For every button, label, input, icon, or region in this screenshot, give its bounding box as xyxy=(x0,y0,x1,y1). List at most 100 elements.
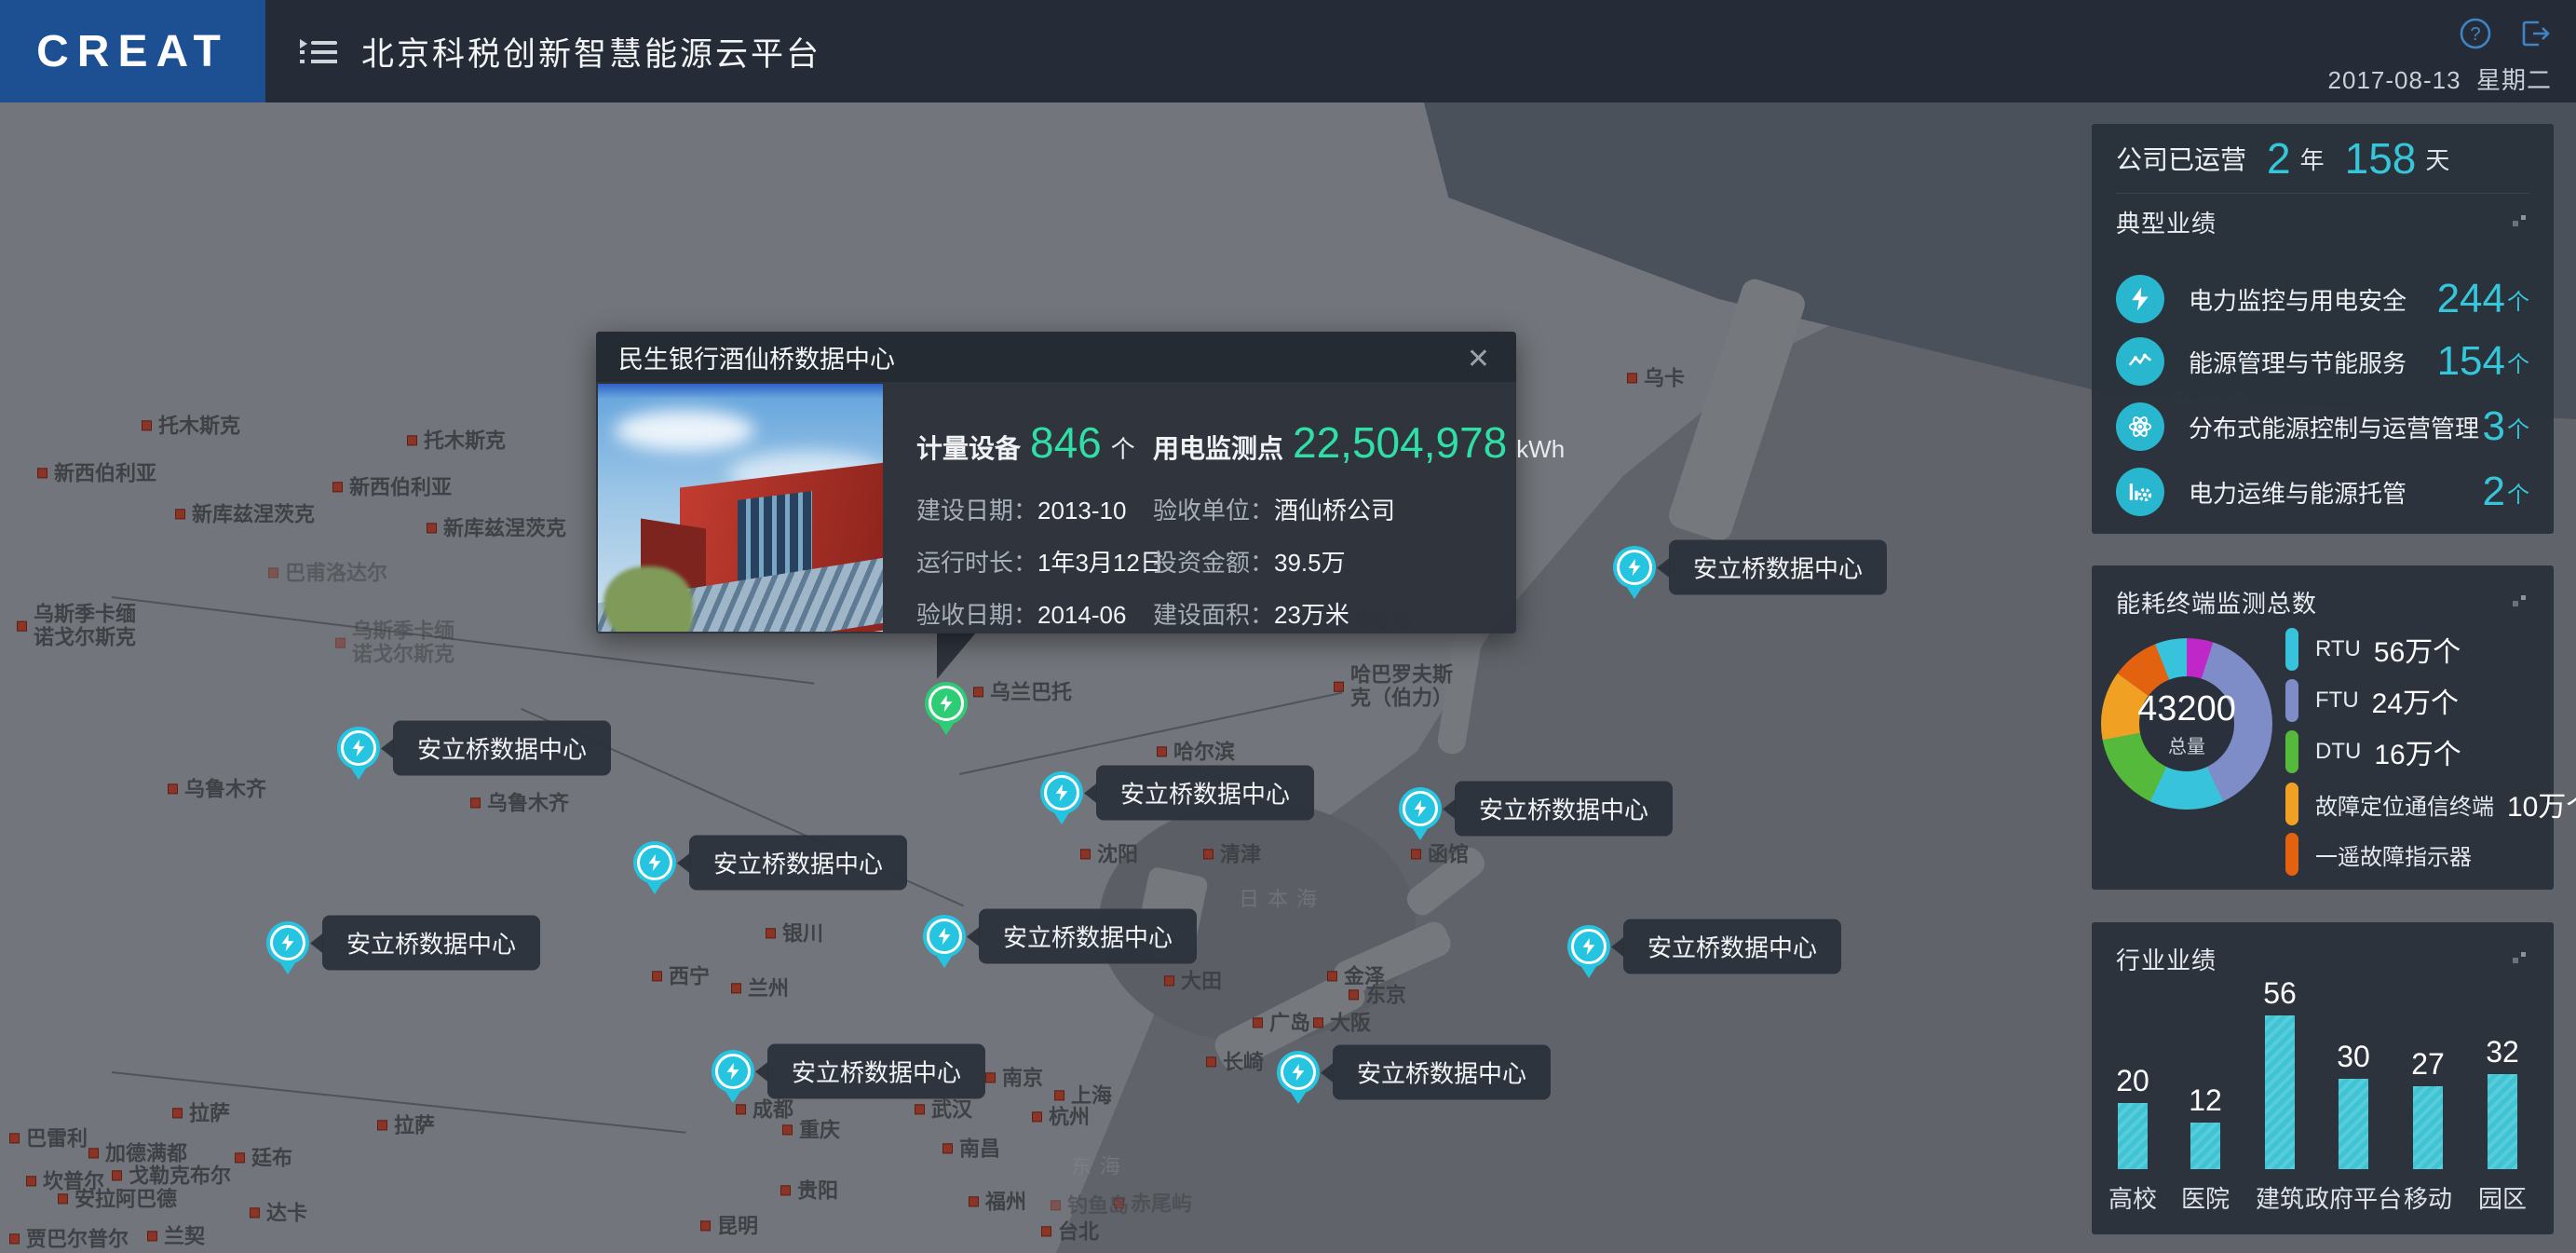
map-marker-label[interactable]: 安立桥数据中心 xyxy=(1096,766,1314,821)
expand-icon[interactable] xyxy=(2511,945,2529,974)
place-bullet-icon xyxy=(58,1193,68,1204)
marker-pin xyxy=(1040,771,1083,814)
place-name: 昆明 xyxy=(717,1214,758,1237)
place-bullet-icon xyxy=(9,1233,20,1244)
typical-item-label: 电力监控与用电安全 xyxy=(2189,282,2437,317)
map-marker[interactable]: 安立桥数据中心 xyxy=(923,915,966,978)
place-name: 乌兰巴托 xyxy=(990,680,1072,703)
map-marker[interactable]: 安立桥数据中心 xyxy=(1567,925,1610,988)
place-name: 长崎 xyxy=(1223,1050,1264,1073)
place-name: 杭州 xyxy=(1049,1105,1090,1128)
atom-icon xyxy=(2116,402,2164,451)
place-name: 拉萨 xyxy=(189,1101,230,1124)
map-marker-label[interactable]: 安立桥数据中心 xyxy=(1333,1045,1551,1100)
legend-label: 一遥故障指示器 xyxy=(2315,838,2472,871)
map-marker-label[interactable]: 安立桥数据中心 xyxy=(322,916,540,971)
close-icon[interactable]: ✕ xyxy=(1459,341,1498,377)
marker-pin xyxy=(1277,1051,1320,1094)
place-bullet-icon xyxy=(652,971,662,981)
dashboard: 托木斯克托木斯克新西伯利亚新西伯利亚新库兹涅茨克新库兹涅茨克巴甫洛达尔乌斯季卡缅… xyxy=(0,0,2576,1253)
marker-pin xyxy=(1399,787,1442,830)
place-name: 哈巴罗夫斯 克（伯力） xyxy=(1350,663,1453,711)
industry-bar-value: 32 xyxy=(2461,1035,2544,1069)
place-name: 乌斯季卡缅 诺戈尔斯克 xyxy=(352,620,454,667)
place-bullet-icon xyxy=(335,638,346,648)
selected-map-marker[interactable] xyxy=(925,682,968,745)
place-name: 兰契 xyxy=(164,1224,205,1247)
map-place-label: 日本海 xyxy=(1239,887,1325,910)
place-bullet-icon xyxy=(766,928,776,938)
map-marker-label[interactable]: 安立桥数据中心 xyxy=(689,836,907,891)
help-icon[interactable]: ? xyxy=(2459,17,2492,55)
place-name: 武汉 xyxy=(931,1097,972,1121)
place-bullet-icon xyxy=(780,1185,791,1195)
typical-item-value: 244 xyxy=(2437,276,2505,322)
place-name: 达卡 xyxy=(266,1201,307,1224)
station-photo xyxy=(598,384,883,632)
map-place-label: 加德满都 xyxy=(88,1141,187,1164)
typical-item-value: 2 xyxy=(2483,469,2505,515)
map-marker[interactable]: 安立桥数据中心 xyxy=(1399,787,1442,851)
place-name: 乌鲁木齐 xyxy=(184,777,266,800)
place-bullet-icon xyxy=(700,1220,711,1231)
menu-list-icon[interactable] xyxy=(298,34,339,69)
place-name: 巴甫洛达尔 xyxy=(285,561,387,584)
place-bullet-icon xyxy=(17,621,27,632)
place-bullet-icon xyxy=(1157,746,1167,756)
map-marker-label[interactable]: 安立桥数据中心 xyxy=(1455,782,1673,837)
logout-icon[interactable] xyxy=(2518,17,2552,55)
popup-main-stat: 用电监测点22,504,978kWh xyxy=(1153,417,1565,468)
map-place-label: 乌斯季卡缅 诺戈尔斯克 xyxy=(335,620,454,667)
map-marker[interactable]: 安立桥数据中心 xyxy=(1040,771,1083,835)
map-marker-label[interactable]: 安立桥数据中心 xyxy=(1669,540,1887,595)
place-bullet-icon xyxy=(1313,1017,1323,1028)
place-name: 赤尾屿 xyxy=(1131,1192,1192,1215)
map-marker[interactable]: 安立桥数据中心 xyxy=(266,921,309,985)
map-marker[interactable]: 安立桥数据中心 xyxy=(633,841,676,905)
place-bullet-icon xyxy=(175,509,185,519)
expand-icon[interactable] xyxy=(2511,208,2529,237)
map-marker[interactable]: 安立桥数据中心 xyxy=(1277,1051,1320,1114)
legend-label: FTU xyxy=(2315,688,2359,714)
map-place-label: 托木斯克 xyxy=(142,414,240,437)
popup-titlebar: 民生银行酒仙桥数据中心 ✕ xyxy=(596,332,1516,382)
ops-gear-icon xyxy=(2116,468,2164,516)
map-place-label: 兰州 xyxy=(731,976,789,1000)
creat-logo: CREAT xyxy=(0,0,265,102)
expand-icon[interactable] xyxy=(2511,588,2529,617)
place-bullet-icon xyxy=(250,1207,260,1218)
typical-item-unit: 个 xyxy=(2507,346,2529,378)
marker-pin xyxy=(266,921,309,964)
map-marker-label[interactable]: 安立桥数据中心 xyxy=(1623,919,1841,974)
map-marker[interactable]: 安立桥数据中心 xyxy=(712,1050,754,1113)
map-marker[interactable]: 安立桥数据中心 xyxy=(337,727,380,790)
detail-label: 验收日期： xyxy=(916,596,1037,631)
map-marker-label[interactable]: 安立桥数据中心 xyxy=(767,1044,985,1099)
map-place-label: 安拉阿巴德 xyxy=(58,1187,177,1210)
legend-label: DTU xyxy=(2315,739,2361,765)
typical-performance-item: 能源管理与节能服务154个 xyxy=(2116,336,2529,387)
operation-years: 2 xyxy=(2267,133,2291,184)
place-bullet-icon xyxy=(168,783,178,794)
place-name: 重庆 xyxy=(799,1118,840,1141)
operation-days-unit: 天 xyxy=(2425,142,2449,176)
station-detail-popup: 民生银行酒仙桥数据中心 ✕ 计量设备846个用电监测点22,504,978kWh… xyxy=(596,332,1516,633)
map-place-label: 拉萨 xyxy=(377,1113,435,1137)
popup-detail-row: 运行时长：1年3月12日 xyxy=(916,544,1164,579)
legend-item: RTU56万个 xyxy=(2285,627,2461,672)
map-marker-label[interactable]: 安立桥数据中心 xyxy=(393,721,611,776)
marker-pin xyxy=(633,841,676,884)
legend-label: 故障定位通信终端 xyxy=(2315,788,2494,821)
legend-color-bar xyxy=(2285,730,2298,773)
map-marker-label[interactable]: 安立桥数据中心 xyxy=(979,909,1197,964)
top-header-bar: CREAT 北京科税创新智慧能源云平台 ? 2017-08-13 星期二 xyxy=(0,0,2576,102)
detail-value: 23万米 xyxy=(1274,596,1349,631)
place-name: 广岛 xyxy=(1269,1011,1310,1034)
detail-label: 投资金额： xyxy=(1153,544,1274,579)
panel-title: 典型业绩 xyxy=(2116,205,2217,239)
map-place-label: 台北 xyxy=(1041,1219,1099,1243)
place-name: 乌斯季卡缅 诺戈尔斯克 xyxy=(34,603,136,650)
industry-header: 行业业绩 xyxy=(2116,937,2529,980)
map-marker[interactable]: 安立桥数据中心 xyxy=(1613,546,1656,609)
svg-text:?: ? xyxy=(2470,24,2480,45)
